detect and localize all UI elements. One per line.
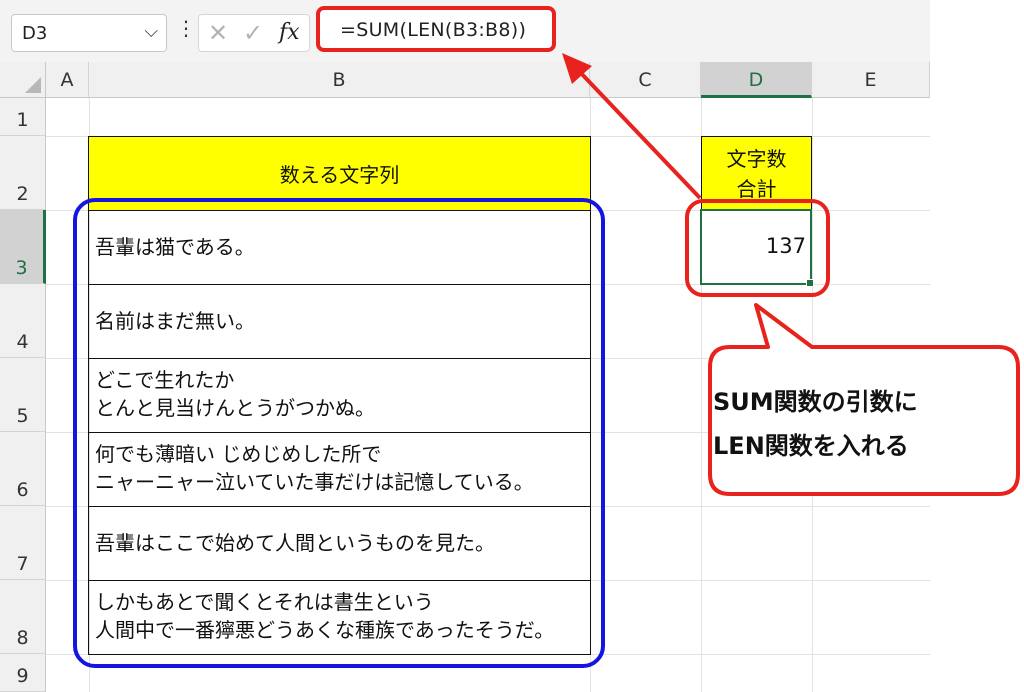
arrow-line — [576, 68, 702, 200]
callout-text: SUM関数の引数に LEN関数を入れる — [713, 380, 1013, 468]
callout-line-1: SUM関数の引数に — [713, 388, 918, 416]
annotation-layer — [562, 53, 1020, 496]
callout-line-2: LEN関数を入れる — [713, 432, 909, 460]
